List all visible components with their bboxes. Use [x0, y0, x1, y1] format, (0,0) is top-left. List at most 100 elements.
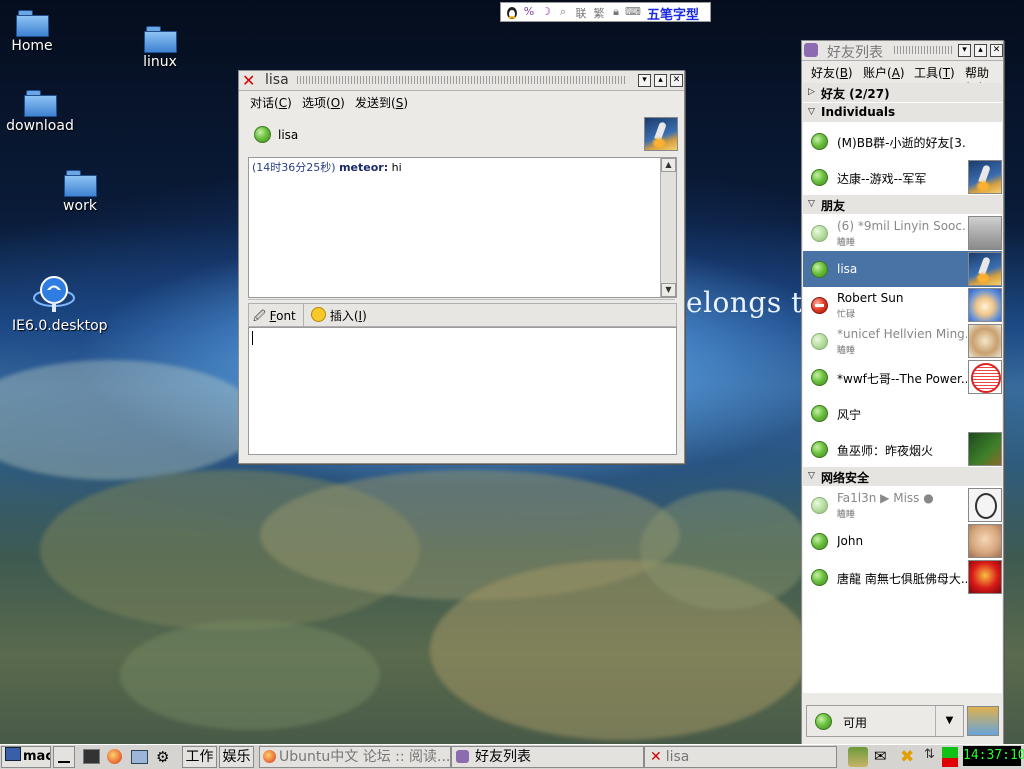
minimize-button[interactable]: ▾	[958, 44, 971, 57]
buddy-row[interactable]: (M)BB群-小逝的好友[3...	[803, 123, 1002, 159]
tray-package-icon[interactable]	[848, 747, 868, 767]
desktop-icon-linux[interactable]: linux	[120, 26, 200, 70]
buddy-name: John	[837, 534, 864, 548]
chevron-down-icon[interactable]: ▼	[935, 706, 963, 736]
keyboard-icon[interactable]: ⌨	[625, 5, 641, 19]
buddy-row[interactable]: John	[803, 523, 1002, 559]
show-desktop-button[interactable]	[53, 746, 75, 768]
minimize-button[interactable]: ▾	[638, 74, 651, 87]
moon-icon[interactable]: ☽	[538, 5, 554, 19]
file-manager-icon	[131, 750, 148, 764]
launcher-terminal[interactable]	[80, 746, 102, 768]
buddy-row[interactable]: 鱼巫师：昨夜烟火	[803, 431, 1002, 467]
buddy-row[interactable]: 达康--游戏--军军	[803, 159, 1002, 195]
desktop-icon-label: linux	[143, 54, 177, 70]
close-button[interactable]: ✕	[990, 44, 1003, 57]
tray-network-icon[interactable]: ⇅	[924, 747, 944, 767]
contact-avatar[interactable]	[644, 117, 678, 151]
pidgin-close-x-icon: ✕	[242, 71, 256, 90]
buddy-row[interactable]: Robert Sun 忙碌	[803, 287, 1002, 323]
buddy-name: Robert Sun	[837, 291, 904, 305]
start-menu-button[interactable]: mac	[1, 746, 51, 768]
desktop-icon-label: Home	[11, 38, 53, 54]
buddy-row[interactable]: (6) *9mil Linyin Sooc... 瞌睡	[803, 215, 1002, 251]
punctuation-icon[interactable]: %	[521, 5, 537, 19]
buddy-name: 风宁	[837, 408, 862, 422]
desktop-icon-download[interactable]: download	[0, 90, 80, 134]
desktop-icon-label: work	[63, 198, 97, 214]
scroll-down-arrow[interactable]: ▼	[661, 283, 676, 297]
buddy-row[interactable]: *wwf七哥--The Power...	[803, 359, 1002, 395]
task-button-forum[interactable]: Ubuntu中文 论坛 :: 阅读...	[259, 746, 451, 768]
desktop-icon-work[interactable]: work	[40, 170, 120, 214]
search-icon[interactable]: ⌕	[555, 5, 571, 19]
buddy-row[interactable]: *unicef Hellvien Ming... 瞌睡	[803, 323, 1002, 359]
maximize-button[interactable]: ▴	[654, 74, 667, 87]
folder-icon	[16, 10, 49, 37]
available-status-icon	[811, 369, 828, 386]
menu-options[interactable]: 选项(O)	[302, 94, 345, 111]
buddy-row[interactable]: 风宁	[803, 395, 1002, 431]
group-header-individuals[interactable]: ▽ Individuals	[803, 103, 1002, 122]
launcher-filemanager[interactable]	[128, 746, 150, 768]
clock[interactable]: 14:37:10	[963, 746, 1024, 766]
buddy-titlebar[interactable]: 好友列表 ▾ ▴ ✕	[802, 41, 1003, 61]
status-selector[interactable]: 可用 ▼	[806, 705, 964, 737]
lock-icon[interactable]: 🔒︎	[608, 5, 624, 19]
desktop-icon-home[interactable]: Home	[0, 10, 72, 54]
menu-accounts[interactable]: 账户(A)	[863, 64, 905, 81]
task-button-chat[interactable]: ✕ lisa	[644, 746, 837, 768]
maximize-button[interactable]: ▴	[974, 44, 987, 57]
menu-send-to[interactable]: 发送到(S)	[355, 94, 408, 111]
buddy-name: 达康--游戏--军军	[837, 172, 927, 186]
tray-mail-icon[interactable]: ✉	[874, 747, 894, 767]
titlebar-grip	[894, 46, 954, 54]
buddy-row[interactable]: 唐龍 南無七俱胝佛母大...	[803, 559, 1002, 595]
workspace-1-button[interactable]: 工作	[182, 746, 217, 768]
task-button-buddy-list[interactable]: 好友列表	[451, 746, 644, 768]
close-button[interactable]: ✕	[670, 74, 683, 87]
buddy-name: (M)BB群-小逝的好友[3...	[837, 136, 967, 150]
buddy-avatar	[968, 432, 1002, 466]
tray-x-icon[interactable]: ✖	[900, 747, 920, 767]
menu-buddies[interactable]: 好友(B)	[811, 64, 853, 81]
font-button[interactable]: 🖉 Font	[253, 307, 296, 328]
input-method-name[interactable]: 五笔字型	[647, 4, 699, 23]
buddy-row[interactable]: Fa1l3n ▶ Miss ● 瞌睡	[803, 487, 1002, 523]
buddy-row-selected[interactable]: lisa	[803, 251, 1002, 287]
launcher-settings[interactable]: ⚙	[152, 746, 174, 768]
available-status-icon	[811, 169, 828, 186]
desktop-icon-ie6[interactable]: IE6.0.desktop	[12, 272, 108, 334]
collapse-arrow-icon: ▽	[808, 107, 815, 117]
penguin-icon[interactable]	[504, 5, 520, 19]
insert-button[interactable]: 插入(I)	[311, 307, 367, 324]
chat-titlebar[interactable]: ✕ lisa ▾ ▴ ✕	[239, 71, 684, 91]
idle-status-icon	[811, 225, 828, 242]
my-avatar-button[interactable]	[967, 706, 999, 736]
collapse-arrow-icon: ▽	[808, 471, 815, 481]
message-input[interactable]	[248, 327, 677, 455]
launcher-browser[interactable]	[104, 746, 126, 768]
folder-icon	[144, 26, 177, 53]
pane-resize-handle[interactable]	[248, 299, 675, 302]
settings-icon: ⚙	[156, 748, 170, 766]
format-toolbar: 🖉 Font 插入(I)	[248, 303, 677, 327]
pidgin-icon	[804, 43, 818, 57]
group-header-pengyou[interactable]: ▽ 朋友	[803, 195, 1002, 214]
menu-tools[interactable]: 工具(T)	[914, 64, 955, 81]
menu-conversation[interactable]: 对话(C)	[250, 94, 292, 111]
scroll-up-arrow[interactable]: ▲	[661, 158, 676, 172]
history-scrollbar[interactable]: ▲ ▼	[660, 158, 676, 297]
message-history[interactable]: (14时36分25秒) meteor: hi ▲ ▼	[248, 157, 677, 298]
buddy-avatar	[968, 488, 1002, 522]
group-header-friends[interactable]: ▷ 好友 (2/27)	[803, 83, 1002, 102]
ime-label-traditional[interactable]: 繁	[591, 5, 607, 20]
ime-label-association[interactable]: 联	[573, 5, 589, 20]
pidgin-icon	[456, 750, 469, 763]
buddy-status-text: 瞌睡	[837, 346, 856, 356]
smiley-icon	[311, 307, 326, 322]
workspace-2-button[interactable]: 娱乐	[219, 746, 254, 768]
group-header-netsec[interactable]: ▽ 网络安全	[803, 467, 1002, 486]
available-status-icon	[811, 405, 828, 422]
buddy-name: *unicef Hellvien Ming...	[837, 327, 967, 341]
